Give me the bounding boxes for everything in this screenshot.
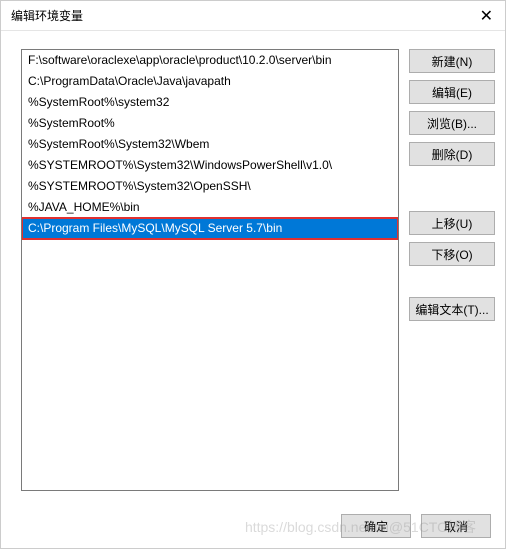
edit-text-button[interactable]: 编辑文本(T)...	[409, 297, 495, 321]
env-var-edit-dialog: 编辑环境变量 ✕ F:\software\oraclexe\app\oracle…	[0, 0, 506, 549]
list-item[interactable]: %SystemRoot%	[22, 113, 398, 134]
dialog-content: F:\software\oraclexe\app\oracle\product\…	[1, 31, 505, 508]
button-sidebar: 新建(N) 编辑(E) 浏览(B)... 删除(D) 上移(U) 下移(O) 编…	[409, 49, 495, 498]
new-button[interactable]: 新建(N)	[409, 49, 495, 73]
delete-button[interactable]: 删除(D)	[409, 142, 495, 166]
list-item[interactable]: F:\software\oraclexe\app\oracle\product\…	[22, 50, 398, 71]
list-item[interactable]: %SYSTEMROOT%\System32\WindowsPowerShell\…	[22, 155, 398, 176]
dialog-footer: 确定 取消	[1, 508, 505, 548]
list-item[interactable]: %JAVA_HOME%\bin	[22, 197, 398, 218]
move-up-button[interactable]: 上移(U)	[409, 211, 495, 235]
cancel-button[interactable]: 取消	[421, 514, 491, 538]
list-item[interactable]: %SystemRoot%\System32\Wbem	[22, 134, 398, 155]
titlebar: 编辑环境变量 ✕	[1, 1, 505, 31]
dialog-title: 编辑环境变量	[11, 7, 83, 24]
list-item[interactable]: %SYSTEMROOT%\System32\OpenSSH\	[22, 176, 398, 197]
move-down-button[interactable]: 下移(O)	[409, 242, 495, 266]
close-icon[interactable]: ✕	[476, 6, 497, 26]
list-item[interactable]: %SystemRoot%\system32	[22, 92, 398, 113]
browse-button[interactable]: 浏览(B)...	[409, 111, 495, 135]
list-item[interactable]: C:\ProgramData\Oracle\Java\javapath	[22, 71, 398, 92]
edit-button[interactable]: 编辑(E)	[409, 80, 495, 104]
spacer	[409, 173, 495, 211]
ok-button[interactable]: 确定	[341, 514, 411, 538]
list-item-selected[interactable]: C:\Program Files\MySQL\MySQL Server 5.7\…	[22, 218, 398, 239]
spacer	[409, 273, 495, 297]
path-listbox[interactable]: F:\software\oraclexe\app\oracle\product\…	[21, 49, 399, 491]
